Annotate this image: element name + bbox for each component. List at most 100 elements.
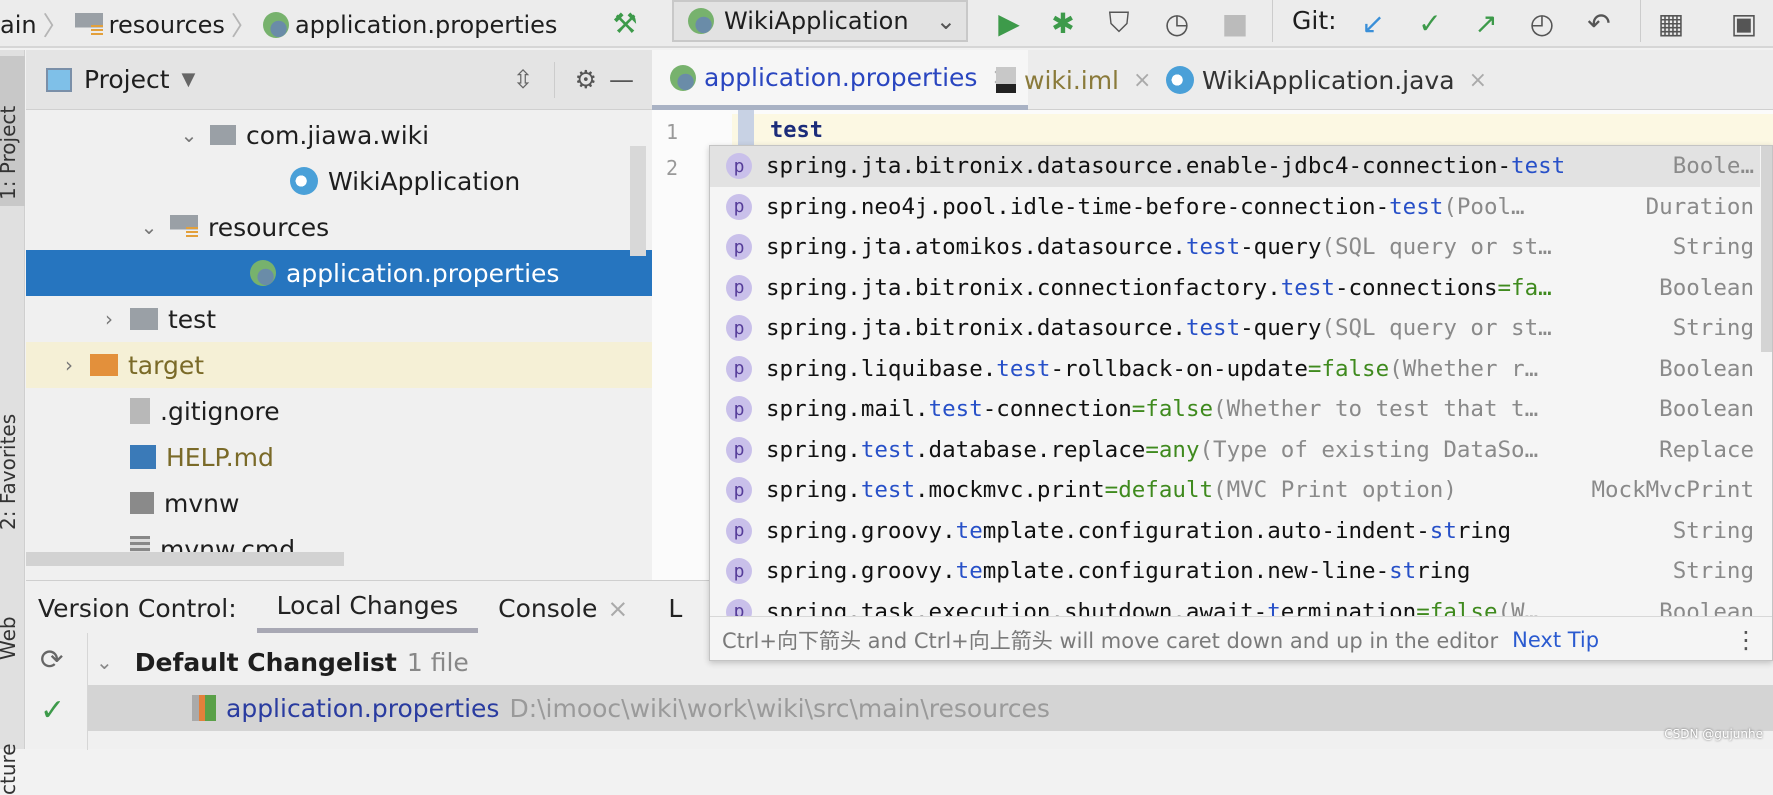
breadcrumb-resources[interactable]: resources	[109, 11, 225, 39]
rollback-icon[interactable]: ↶	[1582, 6, 1616, 40]
favorites-tool-button[interactable]: 2: Favorites	[0, 414, 20, 530]
project-tool-button[interactable]: 1: Project	[0, 106, 20, 200]
gear-icon[interactable]: ⚙	[575, 65, 597, 94]
completion-text: ring	[1456, 517, 1512, 544]
completion-item[interactable]: p spring.jta.atomikos.datasource. test -que…	[710, 227, 1760, 268]
code-line[interactable]: test	[770, 118, 823, 143]
horizontal-scrollbar[interactable]	[26, 552, 344, 566]
close-icon[interactable]: ×	[1469, 68, 1487, 93]
spring-boot-icon	[688, 8, 714, 34]
version-control-label: Version Control:	[38, 593, 237, 623]
tree-item[interactable]: ⌄ resources	[26, 204, 652, 250]
tree-item[interactable]: .gitignore	[26, 388, 652, 434]
chevron-down-icon[interactable]: ⌄	[96, 650, 113, 674]
completion-item[interactable]: p spring.mail. test -connection =false (Whet…	[710, 389, 1760, 430]
completion-item[interactable]: p spring.groovy. te mplate.configuration.au…	[710, 511, 1760, 552]
commit-check-icon[interactable]: ✓	[40, 693, 65, 728]
stop-icon[interactable]: ■	[1218, 6, 1252, 40]
chevron-down-icon[interactable]: ▼	[182, 69, 196, 90]
completion-text: ring	[1416, 558, 1471, 585]
completion-item[interactable]: p spring.groovy. te mplate.configuration.ne…	[710, 551, 1760, 592]
tree-item[interactable]: mvnw	[26, 480, 652, 526]
completion-item[interactable]: p spring.jta.bitronix.datasource.enable-j…	[710, 146, 1760, 187]
tree-item[interactable]: › test	[26, 296, 652, 342]
caret-gutter-marker	[738, 110, 754, 150]
git-push-icon[interactable]: ↗	[1469, 6, 1503, 40]
breadcrumb-file[interactable]: application.properties	[295, 11, 558, 39]
completion-item[interactable]: p spring.jta.bitronix.connectionfactory. t…	[710, 268, 1760, 309]
web-tool-button[interactable]: Web	[0, 616, 20, 660]
tree-item[interactable]: › target	[26, 342, 652, 388]
completion-text: spring.liquibase.	[766, 355, 997, 382]
completion-text: (SQL query or st…	[1321, 315, 1552, 342]
vertical-scrollbar[interactable]	[630, 146, 646, 256]
completion-text: spring.jta.bitronix.datasource.	[766, 315, 1186, 342]
spring-properties-icon	[262, 11, 289, 38]
tree-item[interactable]: WikiApplication	[26, 158, 652, 204]
refresh-icon[interactable]: ⟳	[40, 643, 63, 676]
tab-log[interactable]: L	[648, 583, 702, 633]
structure-tool-button[interactable]: cture	[0, 743, 20, 795]
completion-text: spring.groovy.	[766, 517, 956, 544]
profile-icon[interactable]: ◷	[1160, 6, 1194, 40]
navigation-toolbar: ain 〉 resources 〉 application.properties…	[0, 0, 1773, 48]
chevron-icon[interactable]: ⌄	[138, 215, 160, 239]
changed-file-name: application.properties	[226, 693, 500, 723]
tab-console[interactable]: Console ×	[478, 583, 648, 633]
completion-text: st	[1389, 558, 1417, 585]
changed-file-row[interactable]: application.properties D:\imooc\wiki\wor…	[88, 685, 1773, 731]
left-tool-stripe: 1: Project 2: Favorites Web cture	[0, 50, 25, 795]
completion-text: test	[996, 355, 1051, 382]
tree-item[interactable]: ⌄ com.jiawa.wiki	[26, 112, 652, 158]
git-label: Git:	[1292, 6, 1337, 35]
next-tip-link[interactable]: Next Tip	[1512, 628, 1599, 652]
git-history-icon[interactable]: ◴	[1525, 6, 1559, 40]
completion-text: mplate.configuration.new-line-	[982, 558, 1390, 585]
chevron-icon[interactable]: ›	[98, 307, 120, 331]
editor-tab[interactable]: wiki.iml ×	[978, 50, 1169, 110]
editor-tab[interactable]: application.properties×	[652, 50, 1028, 110]
completion-text: te	[955, 517, 983, 544]
minimize-icon[interactable]: —	[609, 65, 634, 94]
run-configuration-select[interactable]: WikiApplication ⌄	[672, 0, 968, 42]
completion-text: -query	[1240, 234, 1322, 261]
editor-tab-label: wiki.iml	[1024, 65, 1120, 95]
close-icon[interactable]: ×	[607, 594, 628, 623]
tab-local-changes[interactable]: Local Changes	[256, 583, 479, 633]
folder-icon	[130, 308, 158, 330]
completion-text: spring.jta.atomikos.datasource.	[766, 234, 1186, 261]
run-anything-icon[interactable]: ▣	[1727, 6, 1761, 40]
project-tree: ⌄ com.jiawa.wiki WikiApplication ⌄ resources…	[26, 112, 652, 580]
divider	[553, 61, 555, 98]
collapse-all-icon[interactable]: ⇳	[513, 65, 534, 94]
completion-text: (SQL query or st…	[1321, 234, 1552, 261]
java-class-icon	[1166, 66, 1194, 94]
tree-item[interactable]: HELP.md	[26, 434, 652, 480]
debug-bug-icon[interactable]: ✱	[1046, 6, 1080, 40]
completion-item[interactable]: p spring. test .database.replace =any (Type …	[710, 430, 1760, 471]
completion-item[interactable]: p spring.jta.bitronix.datasource. test -que…	[710, 308, 1760, 349]
more-options-icon[interactable]: ⋮	[1734, 626, 1758, 654]
completion-item[interactable]: p spring.task.execution.shutdown.await-t e…	[710, 592, 1760, 616]
git-commit-icon[interactable]: ✓	[1413, 6, 1447, 40]
completion-scrollbar[interactable]	[1761, 146, 1772, 352]
completion-item[interactable]: p spring.neo4j.pool.idle-time-before-conn…	[710, 187, 1760, 228]
project-structure-icon[interactable]: ▦	[1654, 6, 1688, 40]
editor-tab[interactable]: WikiApplication.java ×	[1148, 50, 1505, 110]
tree-item[interactable]: application.properties	[26, 250, 652, 296]
project-view-title[interactable]: Project	[84, 65, 170, 94]
breadcrumb-main[interactable]: ain	[0, 11, 37, 39]
chevron-icon[interactable]: ›	[58, 353, 80, 377]
editor-tab-label: application.properties	[704, 63, 978, 92]
completion-item[interactable]: p spring. test .mockmvc.print =default (MVC …	[710, 470, 1760, 511]
tree-item-label: test	[168, 304, 217, 334]
project-view-icon	[46, 67, 72, 92]
git-update-icon[interactable]: ↙	[1356, 6, 1390, 40]
run-icon[interactable]: ▶	[992, 6, 1026, 40]
completion-text: (Whether to test that t…	[1213, 396, 1539, 423]
chevron-icon[interactable]: ⌄	[178, 123, 200, 147]
coverage-icon[interactable]: ⛉	[1102, 6, 1136, 40]
build-hammer-icon[interactable]: ⚒	[608, 6, 642, 40]
property-icon: p	[726, 436, 752, 463]
completion-item[interactable]: p spring.liquibase. test -rollback-on-updat…	[710, 349, 1760, 390]
